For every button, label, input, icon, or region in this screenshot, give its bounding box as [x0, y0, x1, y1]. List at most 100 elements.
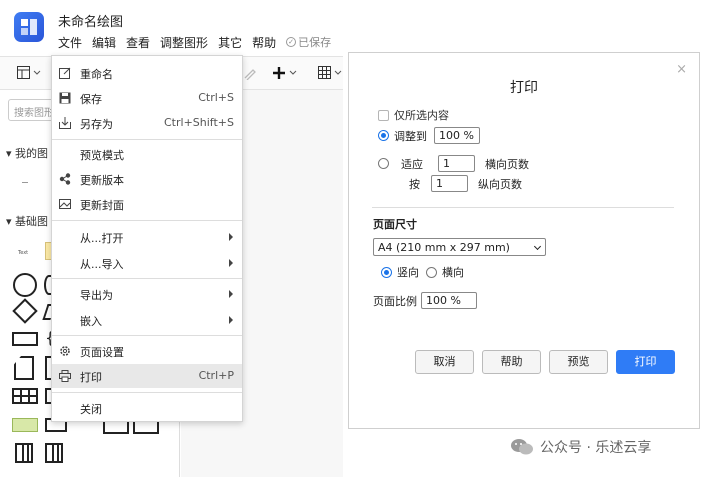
menu-view[interactable]: 查看	[126, 34, 150, 51]
menu-item-export-as[interactable]: 导出为	[52, 282, 242, 306]
collapse-arrow-icon: ▾	[6, 215, 16, 228]
landscape-radio[interactable]	[426, 266, 437, 278]
saved-status-label: 已保存	[298, 36, 332, 49]
print-dialog: 打印 × 仅所选内容 调整到 100 % 适应 1 横向页数 按 1 纵向页数 …	[348, 52, 700, 429]
menu-item-update-cover[interactable]: 更新封面	[52, 192, 242, 216]
fit-option[interactable]: 适应 1 横向页数	[378, 155, 529, 172]
fit-horizontal-input[interactable]: 1	[438, 155, 475, 172]
menu-item-import-from[interactable]: 从...导入	[52, 251, 242, 275]
adjust-to-radio[interactable]	[378, 130, 389, 141]
menu-item-label: 关闭	[80, 403, 102, 416]
menu-item-update-version[interactable]: 更新版本	[52, 167, 242, 191]
orientation-row: 竖向 横向	[381, 264, 464, 280]
printer-icon	[59, 370, 71, 382]
menu-item-print[interactable]: 打印 Ctrl+P	[52, 364, 242, 388]
menu-item-close[interactable]: 关闭	[52, 396, 242, 420]
watermark-text: 公众号 · 乐述云享	[540, 440, 652, 456]
shape-process[interactable]	[12, 332, 38, 346]
menu-separator	[52, 220, 242, 221]
menu-adjust-shape[interactable]: 调整图形	[160, 34, 208, 51]
section-my-label: 我的图	[15, 147, 49, 160]
share-icon	[59, 173, 71, 185]
save-as-icon	[59, 117, 71, 129]
menu-item-embed[interactable]: 嵌入	[52, 308, 242, 332]
menu-item-shortcut: Ctrl+P	[198, 369, 234, 382]
menu-item-preview-mode[interactable]: 预览模式	[52, 142, 242, 166]
page-size-select[interactable]: A4 (210 mm x 297 mm)	[373, 238, 546, 256]
menu-separator	[52, 139, 242, 140]
menu-help[interactable]: 帮助	[252, 34, 276, 51]
fit-label: 适应	[401, 157, 423, 171]
fit-vertical-input[interactable]: 1	[431, 175, 468, 192]
menu-item-label: 嵌入	[80, 315, 102, 328]
fit-vertical-row: 按 1 纵向页数	[409, 175, 522, 192]
shape-colored-table[interactable]	[12, 418, 38, 432]
menu-item-label: 从...导入	[80, 258, 124, 271]
dialog-title: 打印	[510, 80, 538, 96]
menu-item-save[interactable]: 保存 Ctrl+S	[52, 86, 242, 110]
shape-text[interactable]: Text	[18, 250, 28, 256]
page-scale-input[interactable]: 100 %	[421, 292, 477, 309]
pencil-icon[interactable]	[243, 66, 257, 80]
section-my-shapes[interactable]: ▾ 我的图	[6, 145, 48, 161]
menu-item-shortcut: Ctrl+Shift+S	[164, 116, 234, 129]
menu-item-label: 从...打开	[80, 232, 124, 245]
adjust-to-option[interactable]: 调整到 100 %	[378, 127, 480, 144]
menu-edit[interactable]: 编辑	[92, 34, 116, 51]
section-basic-shapes[interactable]: ▾ 基础图	[6, 213, 48, 229]
landscape-label: 横向	[442, 266, 464, 279]
preview-button[interactable]: 预览	[549, 350, 608, 374]
app-logo	[14, 12, 44, 42]
selection-only-checkbox[interactable]	[378, 109, 389, 121]
close-icon[interactable]: ×	[676, 62, 687, 77]
check-circle-icon: ✓	[286, 37, 297, 47]
help-button[interactable]: 帮助	[482, 350, 541, 374]
submenu-arrow-icon	[229, 316, 233, 324]
adjust-to-label: 调整到	[394, 129, 427, 143]
page-scale-label: 页面比例	[373, 294, 417, 308]
page-scale-row: 页面比例 100 %	[373, 292, 477, 309]
menu-item-page-setup[interactable]: 页面设置	[52, 339, 242, 363]
menu-item-label: 保存	[80, 93, 102, 106]
shape-circle[interactable]	[13, 273, 37, 297]
collapse-arrow-icon: ▾	[6, 147, 16, 160]
portrait-radio[interactable]	[381, 266, 392, 278]
menu-item-label: 另存为	[80, 118, 113, 131]
menu-file[interactable]: 文件	[58, 34, 82, 51]
submenu-arrow-icon	[229, 290, 233, 298]
menu-item-rename[interactable]: 重命名	[52, 61, 242, 85]
rename-icon	[59, 67, 71, 79]
menu-item-save-as[interactable]: 另存为 Ctrl+Shift+S	[52, 111, 242, 135]
shape-vertical-pool[interactable]	[15, 443, 33, 463]
print-button[interactable]: 打印	[616, 350, 675, 374]
table-icon[interactable]	[318, 66, 342, 80]
cancel-button[interactable]: 取消	[415, 350, 474, 374]
shape-table[interactable]	[12, 388, 38, 404]
shape-diamond[interactable]	[12, 298, 38, 324]
shape-document[interactable]	[14, 356, 34, 380]
menu-item-label: 更新版本	[80, 174, 124, 187]
menu-bar: 文件 编辑 查看 调整图形 其它 帮助 ✓ 已保存	[58, 33, 331, 51]
drawing-app-window: 未命名绘图 文件 编辑 查看 调整图形 其它 帮助 ✓ 已保存 搜索图形 ▾ 我…	[0, 0, 343, 477]
menu-other[interactable]: 其它	[218, 34, 242, 51]
menu-item-label: 重命名	[80, 68, 113, 81]
document-title[interactable]: 未命名绘图	[58, 11, 123, 30]
image-icon	[59, 199, 71, 209]
shape-column[interactable]	[103, 420, 129, 434]
section-basic-label: 基础图	[15, 215, 49, 228]
watermark: 公众号 · 乐述云享	[510, 437, 651, 457]
wechat-icon	[511, 439, 533, 455]
plus-icon[interactable]	[273, 66, 299, 80]
selection-only-option[interactable]: 仅所选内容	[378, 107, 449, 123]
menu-item-label: 更新封面	[80, 199, 124, 212]
fit-vertical-label: 纵向页数	[478, 177, 522, 191]
adjust-to-input[interactable]: 100 %	[434, 127, 480, 144]
menu-item-open-from[interactable]: 从...打开	[52, 225, 242, 249]
panel-layout-icon[interactable]	[17, 66, 41, 80]
portrait-label: 竖向	[397, 266, 419, 279]
by-label: 按	[409, 177, 420, 191]
fit-radio[interactable]	[378, 158, 389, 169]
shape-vertical-pool-2[interactable]	[45, 443, 63, 463]
selection-only-label: 仅所选内容	[394, 109, 449, 122]
shape-column-2[interactable]	[133, 420, 159, 434]
